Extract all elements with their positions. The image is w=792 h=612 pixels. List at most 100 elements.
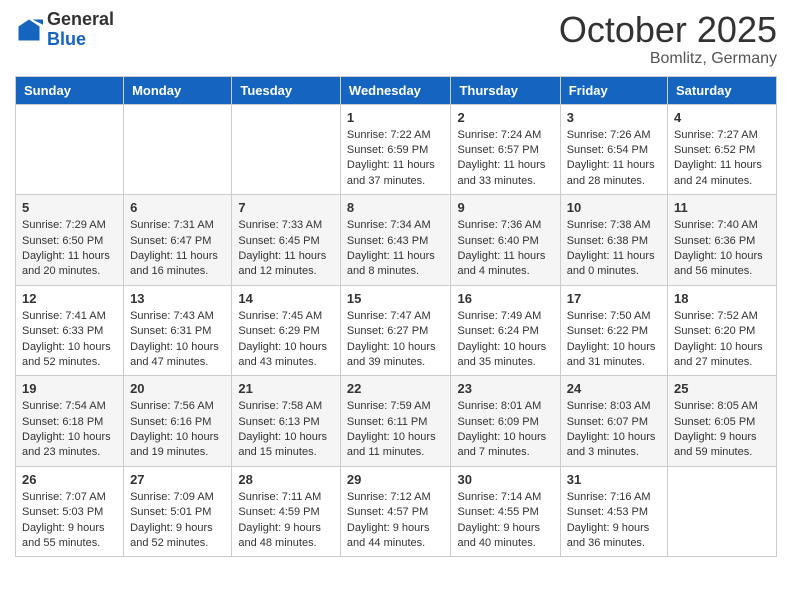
day-number: 30 — [457, 472, 553, 487]
day-header-sunday: Sunday — [16, 76, 124, 104]
calendar-cell: 19Sunrise: 7:54 AM Sunset: 6:18 PM Dayli… — [16, 376, 124, 467]
day-info: Sunrise: 8:05 AM Sunset: 6:05 PM Dayligh… — [674, 399, 770, 461]
day-info: Sunrise: 7:47 AM Sunset: 6:27 PM Dayligh… — [347, 309, 445, 371]
day-info: Sunrise: 7:54 AM Sunset: 6:18 PM Dayligh… — [22, 399, 117, 461]
calendar-cell: 8 Sunrise: 7:34 AM Sunset: 6:43 PM Daylig… — [340, 195, 451, 286]
calendar-cell: 23 Sunrise: 8:01 AM Sunset: 6:09 PM Dayli… — [451, 376, 560, 467]
day-number: 20 — [130, 381, 225, 396]
calendar-cell: 28 Sunrise: 7:11 AM Sunset: 4:59 PM Dayli… — [232, 466, 341, 557]
day-number: 29 — [347, 472, 445, 487]
day-number: 8 — [347, 200, 445, 215]
day-info: Sunrise: 7:34 AM Sunset: 6:43 PM Dayligh… — [347, 218, 445, 280]
calendar-cell: 18Sunrise: 7:52 AM Sunset: 6:20 PM Dayli… — [668, 285, 777, 376]
day-number: 10 — [567, 200, 661, 215]
day-info: Sunrise: 7:45 AM Sunset: 6:29 PM Dayligh… — [238, 309, 334, 371]
day-number: 31 — [567, 472, 661, 487]
day-info: Sunrise: 7:49 AM Sunset: 6:24 PM Dayligh… — [457, 309, 553, 371]
day-number: 13 — [130, 291, 225, 306]
day-number: 3 — [567, 110, 661, 125]
calendar-cell: 12 Sunrise: 7:41 AM Sunset: 6:33 PM Dayli… — [16, 285, 124, 376]
day-info: Sunrise: 8:01 AM Sunset: 6:09 PM Dayligh… — [457, 399, 553, 461]
calendar-week-row: 12 Sunrise: 7:41 AM Sunset: 6:33 PM Dayli… — [16, 285, 777, 376]
day-number: 26 — [22, 472, 117, 487]
logo: General Blue — [15, 10, 114, 50]
day-info: Sunrise: 7:50 AM Sunset: 6:22 PM Dayligh… — [567, 309, 661, 371]
day-info: Sunrise: 7:33 AM Sunset: 6:45 PM Dayligh… — [238, 218, 334, 280]
day-number: 25 — [674, 381, 770, 396]
day-number: 4 — [674, 110, 770, 125]
day-info: Sunrise: 7:11 AM Sunset: 4:59 PM Dayligh… — [238, 490, 334, 552]
calendar-cell: 5Sunrise: 7:29 AM Sunset: 6:50 PM Daylig… — [16, 195, 124, 286]
calendar-cell: 25 Sunrise: 8:05 AM Sunset: 6:05 PM Dayli… — [668, 376, 777, 467]
day-info: Sunrise: 7:59 AM Sunset: 6:11 PM Dayligh… — [347, 399, 445, 461]
day-number: 27 — [130, 472, 225, 487]
day-info: Sunrise: 7:22 AM Sunset: 6:59 PM Dayligh… — [347, 128, 445, 190]
day-number: 18 — [674, 291, 770, 306]
month-title: October 2025 — [559, 10, 777, 50]
calendar-cell: 10 Sunrise: 7:38 AM Sunset: 6:38 PM Dayli… — [560, 195, 667, 286]
day-info: Sunrise: 7:12 AM Sunset: 4:57 PM Dayligh… — [347, 490, 445, 552]
day-info: Sunrise: 7:24 AM Sunset: 6:57 PM Dayligh… — [457, 128, 553, 190]
calendar-cell — [16, 104, 124, 195]
day-info: Sunrise: 7:43 AM Sunset: 6:31 PM Dayligh… — [130, 309, 225, 371]
day-number: 9 — [457, 200, 553, 215]
calendar-cell: 15Sunrise: 7:47 AM Sunset: 6:27 PM Dayli… — [340, 285, 451, 376]
calendar-cell: 17 Sunrise: 7:50 AM Sunset: 6:22 PM Dayli… — [560, 285, 667, 376]
day-info: Sunrise: 7:31 AM Sunset: 6:47 PM Dayligh… — [130, 218, 225, 280]
day-number: 21 — [238, 381, 334, 396]
calendar-cell: 11Sunrise: 7:40 AM Sunset: 6:36 PM Dayli… — [668, 195, 777, 286]
day-header-tuesday: Tuesday — [232, 76, 341, 104]
calendar-cell — [668, 466, 777, 557]
day-number: 28 — [238, 472, 334, 487]
page-header: General Blue October 2025 Bomlitz, Germa… — [15, 10, 777, 68]
calendar-cell: 1 Sunrise: 7:22 AM Sunset: 6:59 PM Daylig… — [340, 104, 451, 195]
calendar-table: SundayMondayTuesdayWednesdayThursdayFrid… — [15, 76, 777, 558]
calendar-cell — [232, 104, 341, 195]
day-info: Sunrise: 7:56 AM Sunset: 6:16 PM Dayligh… — [130, 399, 225, 461]
calendar-cell: 26Sunrise: 7:07 AM Sunset: 5:03 PM Dayli… — [16, 466, 124, 557]
calendar-cell: 7Sunrise: 7:33 AM Sunset: 6:45 PM Daylig… — [232, 195, 341, 286]
day-number: 23 — [457, 381, 553, 396]
day-info: Sunrise: 7:09 AM Sunset: 5:01 PM Dayligh… — [130, 490, 225, 552]
day-info: Sunrise: 7:36 AM Sunset: 6:40 PM Dayligh… — [457, 218, 553, 280]
day-number: 1 — [347, 110, 445, 125]
day-number: 12 — [22, 291, 117, 306]
calendar-cell: 13 Sunrise: 7:43 AM Sunset: 6:31 PM Dayli… — [124, 285, 232, 376]
day-header-thursday: Thursday — [451, 76, 560, 104]
calendar-cell: 27 Sunrise: 7:09 AM Sunset: 5:01 PM Dayli… — [124, 466, 232, 557]
calendar-cell: 2 Sunrise: 7:24 AM Sunset: 6:57 PM Daylig… — [451, 104, 560, 195]
day-info: Sunrise: 7:14 AM Sunset: 4:55 PM Dayligh… — [457, 490, 553, 552]
day-info: Sunrise: 7:40 AM Sunset: 6:36 PM Dayligh… — [674, 218, 770, 280]
title-block: October 2025 Bomlitz, Germany — [559, 10, 777, 68]
calendar-week-row: 5Sunrise: 7:29 AM Sunset: 6:50 PM Daylig… — [16, 195, 777, 286]
calendar-cell: 9 Sunrise: 7:36 AM Sunset: 6:40 PM Daylig… — [451, 195, 560, 286]
day-info: Sunrise: 7:58 AM Sunset: 6:13 PM Dayligh… — [238, 399, 334, 461]
day-number: 14 — [238, 291, 334, 306]
day-header-friday: Friday — [560, 76, 667, 104]
calendar-cell: 16Sunrise: 7:49 AM Sunset: 6:24 PM Dayli… — [451, 285, 560, 376]
calendar-week-row: 19Sunrise: 7:54 AM Sunset: 6:18 PM Dayli… — [16, 376, 777, 467]
day-header-wednesday: Wednesday — [340, 76, 451, 104]
logo-general: General — [47, 10, 114, 30]
day-number: 17 — [567, 291, 661, 306]
calendar-cell: 29 Sunrise: 7:12 AM Sunset: 4:57 PM Dayli… — [340, 466, 451, 557]
logo-blue: Blue — [47, 30, 114, 50]
calendar-week-row: 1 Sunrise: 7:22 AM Sunset: 6:59 PM Daylig… — [16, 104, 777, 195]
day-info: Sunrise: 8:03 AM Sunset: 6:07 PM Dayligh… — [567, 399, 661, 461]
calendar-cell: 31Sunrise: 7:16 AM Sunset: 4:53 PM Dayli… — [560, 466, 667, 557]
day-header-saturday: Saturday — [668, 76, 777, 104]
calendar-cell: 6 Sunrise: 7:31 AM Sunset: 6:47 PM Daylig… — [124, 195, 232, 286]
day-header-monday: Monday — [124, 76, 232, 104]
day-number: 22 — [347, 381, 445, 396]
calendar-cell: 30 Sunrise: 7:14 AM Sunset: 4:55 PM Dayli… — [451, 466, 560, 557]
day-number: 6 — [130, 200, 225, 215]
logo-text: General Blue — [47, 10, 114, 50]
calendar-cell: 3Sunrise: 7:26 AM Sunset: 6:54 PM Daylig… — [560, 104, 667, 195]
day-info: Sunrise: 7:38 AM Sunset: 6:38 PM Dayligh… — [567, 218, 661, 280]
day-info: Sunrise: 7:41 AM Sunset: 6:33 PM Dayligh… — [22, 309, 117, 371]
calendar-cell — [124, 104, 232, 195]
day-number: 2 — [457, 110, 553, 125]
day-info: Sunrise: 7:27 AM Sunset: 6:52 PM Dayligh… — [674, 128, 770, 190]
calendar-cell: 21 Sunrise: 7:58 AM Sunset: 6:13 PM Dayli… — [232, 376, 341, 467]
day-number: 5 — [22, 200, 117, 215]
